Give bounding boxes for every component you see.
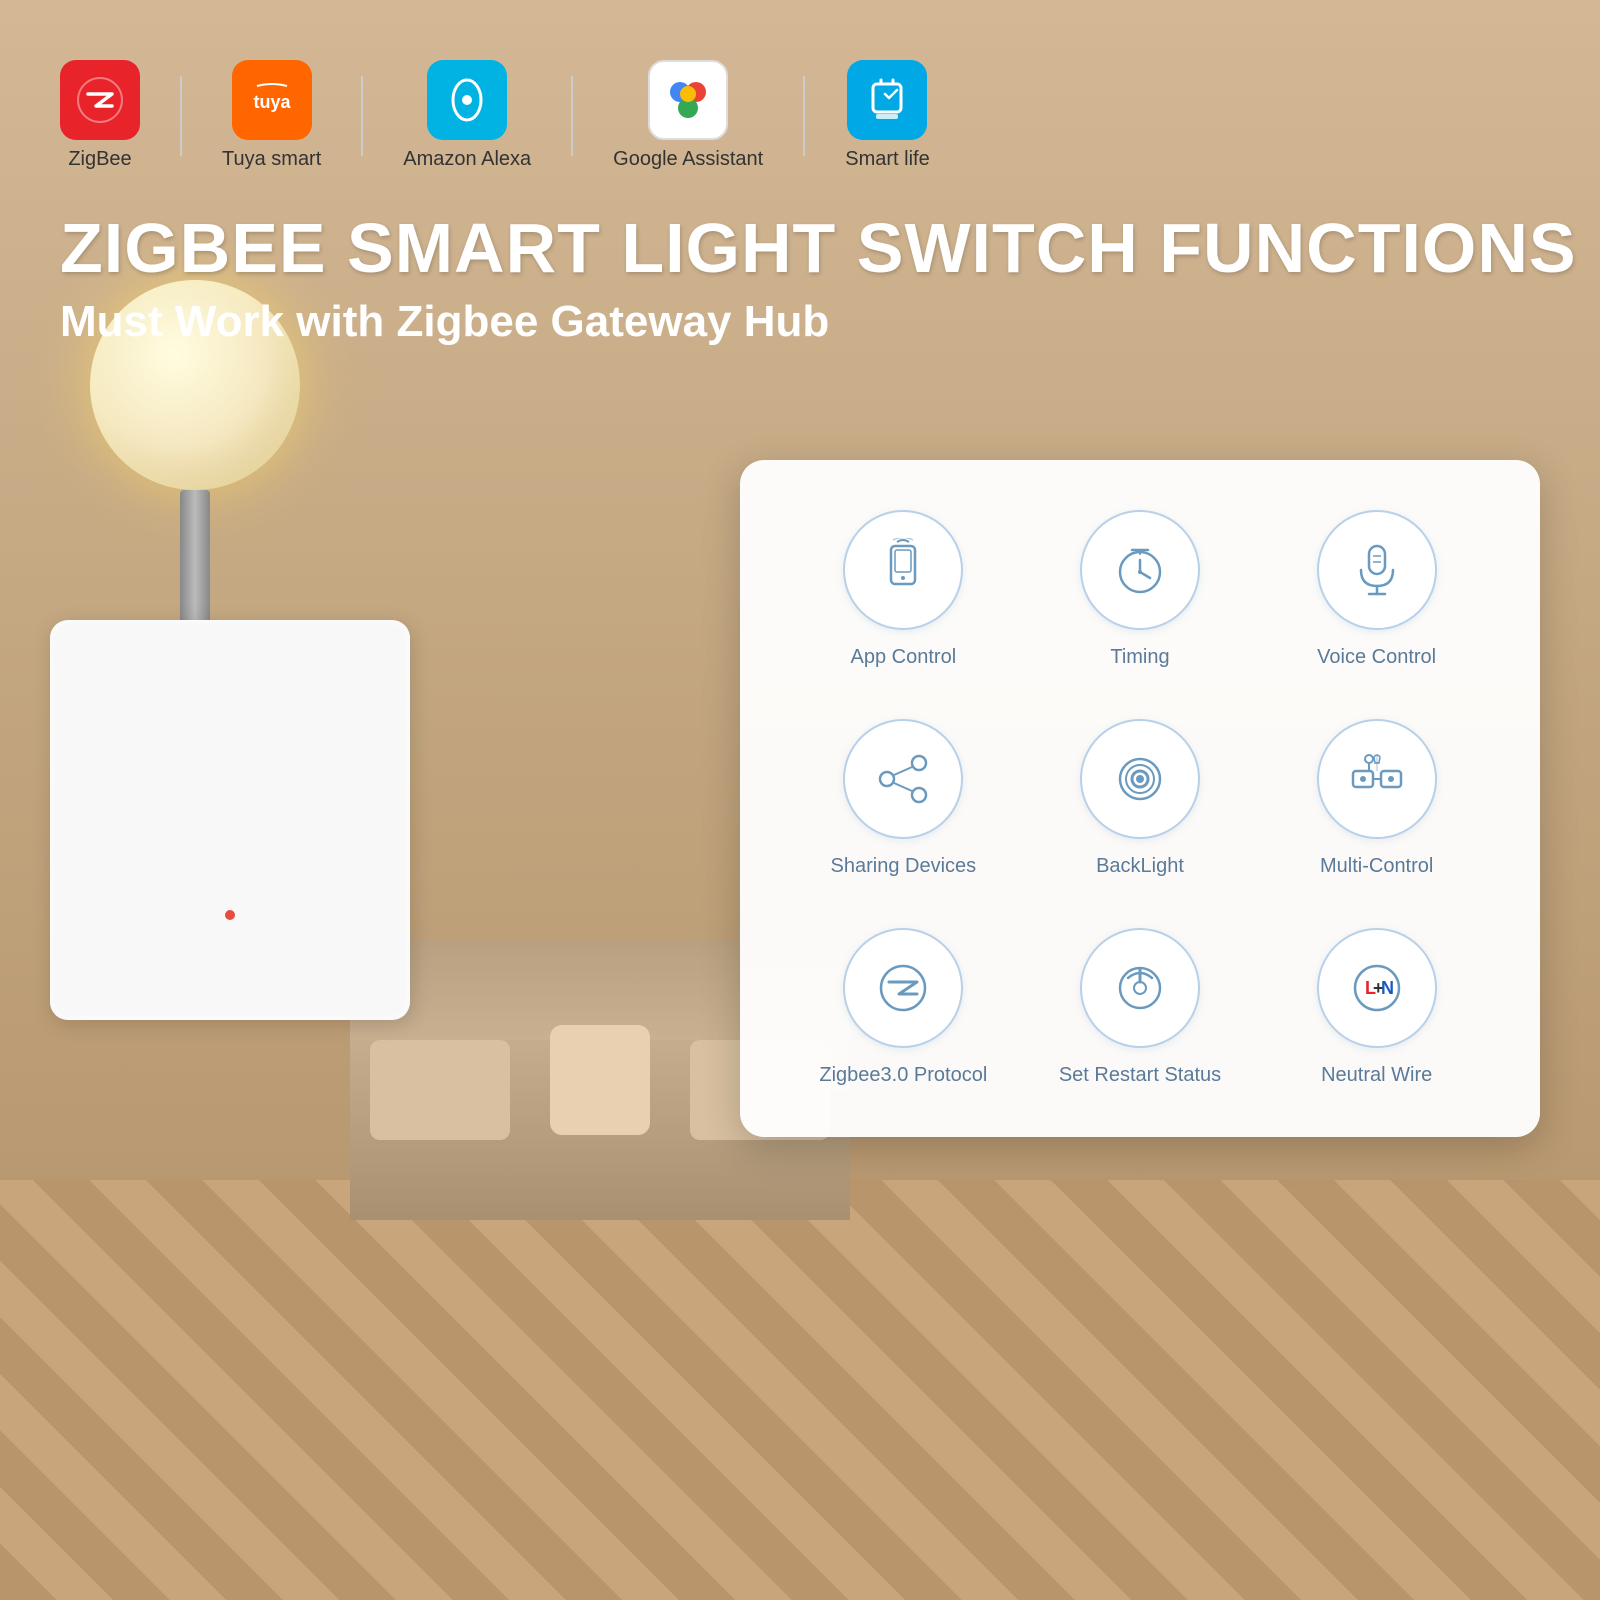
timing-icon — [1108, 538, 1172, 602]
brand-alexa: Amazon Alexa — [403, 60, 531, 171]
smartlife-label: Smart life — [845, 148, 929, 171]
feature-circle-zigbee-protocol — [843, 928, 963, 1048]
feature-circle-timing — [1080, 510, 1200, 630]
svg-text:tuya: tuya — [253, 92, 291, 112]
brand-smartlife: Smart life — [845, 60, 929, 171]
sofa-pillow — [550, 1025, 650, 1135]
feature-label-sharing: Sharing Devices — [831, 855, 977, 878]
brand-tuya: tuya Tuya smart — [222, 60, 321, 171]
backlight-icon — [1108, 747, 1172, 811]
feature-app-control: App Control — [800, 510, 1007, 669]
svg-text:N: N — [1381, 978, 1394, 998]
brand-zigbee: ZigBee — [60, 60, 140, 171]
brand-divider-1 — [180, 76, 182, 156]
feature-label-app-control: App Control — [851, 646, 957, 669]
feature-circle-restart — [1080, 928, 1200, 1048]
feature-label-zigbee-protocol: Zigbee3.0 Protocol — [819, 1064, 987, 1087]
feature-circle-sharing — [843, 719, 963, 839]
background-floor — [0, 1180, 1600, 1600]
brand-divider-2 — [361, 76, 363, 156]
google-icon — [648, 60, 728, 140]
main-title-block: ZIGBEE SMART LIGHT SWITCH FUNCTIONS Must… — [60, 210, 1577, 347]
feature-label-voice-control: Voice Control — [1317, 646, 1436, 669]
zigbee-label: ZigBee — [68, 148, 131, 171]
brand-divider-3 — [571, 76, 573, 156]
tuya-label: Tuya smart — [222, 148, 321, 171]
alexa-icon — [427, 60, 507, 140]
google-label: Google Assistant — [613, 148, 763, 171]
feature-voice-control: Voice Control — [1273, 510, 1480, 669]
wall-switch-device — [50, 620, 410, 1020]
feature-label-restart: Set Restart Status — [1059, 1064, 1221, 1087]
feature-neutral-wire: L + N Neutral Wire — [1273, 928, 1480, 1087]
feature-zigbee-protocol: Zigbee3.0 Protocol — [800, 928, 1007, 1087]
feature-multi-control: Multi-Control — [1273, 719, 1480, 878]
main-title-h1: ZIGBEE SMART LIGHT SWITCH FUNCTIONS — [60, 210, 1577, 287]
feature-label-backlight: BackLight — [1096, 855, 1184, 878]
zigbee-icon — [60, 60, 140, 140]
zigbee-protocol-icon — [871, 956, 935, 1020]
tuya-icon: tuya — [232, 60, 312, 140]
feature-backlight: BackLight — [1037, 719, 1244, 878]
feature-restart: Set Restart Status — [1037, 928, 1244, 1087]
voice-control-icon — [1345, 538, 1409, 602]
feature-circle-multi-control — [1317, 719, 1437, 839]
feature-sharing: Sharing Devices — [800, 719, 1007, 878]
restart-icon — [1108, 956, 1172, 1020]
multi-control-icon — [1345, 747, 1409, 811]
feature-circle-voice-control — [1317, 510, 1437, 630]
sofa-cushion-left — [370, 1040, 510, 1140]
feature-label-timing: Timing — [1110, 646, 1169, 669]
brand-bar: ZigBee tuya Tuya smart Amazon Alexa — [60, 60, 930, 171]
feature-circle-neutral-wire: L + N — [1317, 928, 1437, 1048]
feature-label-multi-control: Multi-Control — [1320, 855, 1433, 878]
brand-divider-4 — [803, 76, 805, 156]
feature-label-neutral-wire: Neutral Wire — [1321, 1064, 1432, 1087]
feature-circle-app-control — [843, 510, 963, 630]
switch-indicator-dot — [225, 910, 235, 920]
features-card: App Control Timing — [740, 460, 1540, 1137]
feature-timing: Timing — [1037, 510, 1244, 669]
app-control-icon — [871, 538, 935, 602]
sharing-icon — [871, 747, 935, 811]
smartlife-icon — [847, 60, 927, 140]
feature-circle-backlight — [1080, 719, 1200, 839]
main-title-h2: Must Work with Zigbee Gateway Hub — [60, 297, 1577, 347]
brand-google: Google Assistant — [613, 60, 763, 171]
alexa-label: Amazon Alexa — [403, 148, 531, 171]
features-grid: App Control Timing — [800, 510, 1480, 1087]
neutral-wire-icon: L + N — [1345, 956, 1409, 1020]
